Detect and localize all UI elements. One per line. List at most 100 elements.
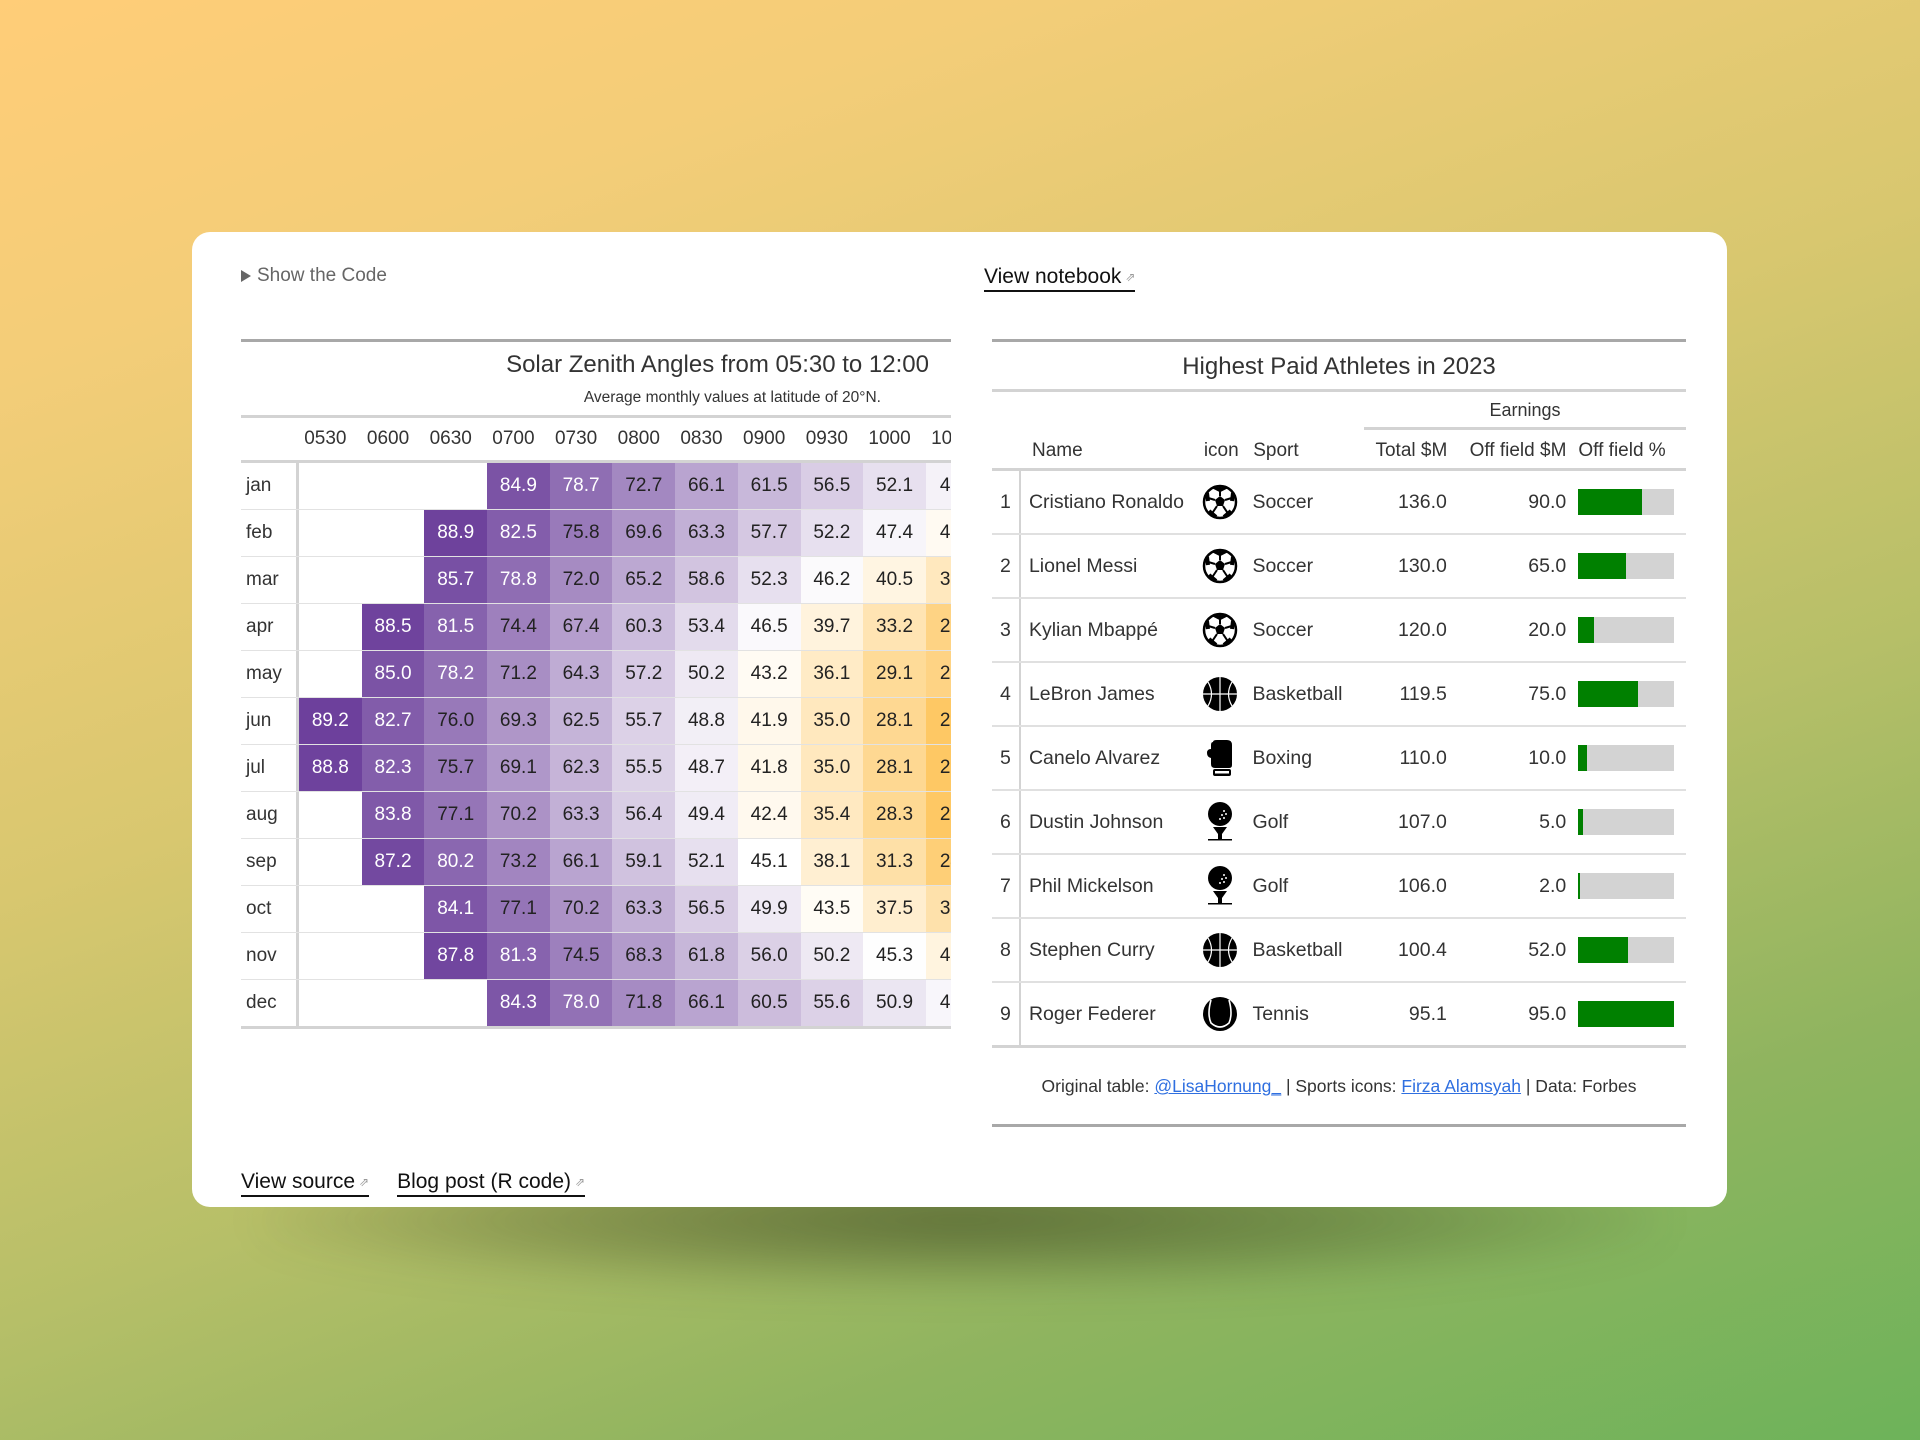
heatmap-cell bbox=[362, 933, 425, 979]
heatmap-cell: 49.4 bbox=[675, 792, 738, 838]
disclosure-triangle-icon bbox=[241, 270, 251, 282]
header-name: Name bbox=[1032, 440, 1083, 461]
header-off-field: Off field $M bbox=[1469, 440, 1567, 461]
heatmap-cell: 55.5 bbox=[612, 745, 676, 791]
view-source-link[interactable]: View source ⇗ bbox=[241, 1170, 370, 1197]
content-card: Show the Code View notebook ⇗ Solar Zeni… bbox=[192, 232, 1727, 1207]
header-sport: Sport bbox=[1253, 440, 1299, 461]
heatmap-cell: 63.3 bbox=[612, 886, 676, 932]
heatmap-cell: 60.5 bbox=[737, 980, 801, 1026]
heatmap-cell: 72.7 bbox=[612, 463, 676, 509]
heatmap-cell: 31.3 bbox=[863, 839, 926, 885]
heatmap-cell: 69.1 bbox=[487, 745, 550, 791]
heatmap-cell: 37.5 bbox=[863, 886, 926, 932]
month-label: sep bbox=[241, 839, 299, 885]
heatmap-row: jan 84.978.772.766.161.556.552.148 bbox=[241, 463, 951, 509]
heatmap-cell: 69.6 bbox=[612, 510, 676, 556]
rank: 1 bbox=[992, 471, 1021, 533]
month-label: apr bbox=[241, 604, 299, 650]
firza-alamsyah-link[interactable]: Firza Alamsyah bbox=[1401, 1076, 1521, 1096]
off-field-earnings: 65.0 bbox=[1528, 554, 1567, 577]
heatmap-cell bbox=[424, 463, 487, 509]
athletes-table: Highest Paid Athletes in 2023 Earnings N… bbox=[992, 339, 1686, 1127]
heatmap-cell: 63.3 bbox=[549, 792, 613, 838]
heatmap-cell: 80.2 bbox=[424, 839, 488, 885]
blog-post-label: Blog post (R code) bbox=[397, 1170, 571, 1193]
month-label: jan bbox=[241, 463, 299, 509]
heatmap-row: nov 87.881.374.568.361.856.050.245.340 bbox=[241, 932, 951, 979]
heatmap-cell: 64.3 bbox=[549, 651, 613, 697]
heatmap-cell: 83.8 bbox=[361, 792, 425, 838]
off-field-pct-bar-fill bbox=[1578, 617, 1595, 643]
heatmap-row: mar 85.778.872.065.258.652.346.240.535 bbox=[241, 556, 951, 603]
heatmap-cell: 56.5 bbox=[800, 463, 864, 509]
athlete-name: Roger Federer bbox=[1028, 1002, 1156, 1025]
off-field-earnings: 10.0 bbox=[1528, 746, 1567, 769]
heatmap-cell: 21 bbox=[925, 698, 951, 744]
heatmap-row: jun 89.2 82.7 76.0 69.3 62.5 55.7 48.8 41.9 35.0 2… bbox=[241, 697, 951, 744]
heatmap-cell: 87.8 bbox=[424, 933, 488, 979]
off-field-pct-bar bbox=[1578, 873, 1675, 899]
heatmap-cell: 78.7 bbox=[549, 463, 613, 509]
heatmap-cell: 45.1 bbox=[737, 839, 801, 885]
heatmap-cell: 81.3 bbox=[487, 933, 550, 979]
rank: 9 bbox=[992, 983, 1021, 1045]
heatmap-cell bbox=[299, 510, 362, 556]
heatmap-cell bbox=[299, 463, 362, 509]
heatmap-cell: 50.2 bbox=[800, 933, 864, 979]
column-header: 0530 bbox=[304, 428, 347, 449]
total-earnings: 119.5 bbox=[1399, 682, 1447, 705]
golf-ball-tee-icon bbox=[1194, 865, 1246, 907]
off-field-pct-bar bbox=[1578, 553, 1675, 579]
total-earnings: 130.0 bbox=[1398, 554, 1447, 577]
solar-zenith-table: Solar Zenith Angles from 05:30 to 12:00 … bbox=[241, 339, 951, 1029]
heatmap-cell: 28.3 bbox=[863, 792, 926, 838]
column-header: 0630 bbox=[429, 428, 472, 449]
heatmap-cell: 63.3 bbox=[675, 510, 738, 556]
heatmap-cell: 81.5 bbox=[424, 604, 488, 650]
athletes-column-headers: Name icon Sport Total $M Off field $M Of… bbox=[992, 430, 1686, 468]
heatmap-cell: 74.5 bbox=[549, 933, 613, 979]
heatmap-cell: 52.3 bbox=[737, 557, 801, 603]
heatmap-cell: 70.2 bbox=[549, 886, 613, 932]
month-label: may bbox=[241, 651, 299, 697]
athlete-name: Cristiano Ronaldo bbox=[1028, 490, 1184, 513]
heatmap-cell: 60.3 bbox=[612, 604, 676, 650]
heatmap-cell: 78.2 bbox=[424, 651, 488, 697]
athlete-name: Stephen Curry bbox=[1028, 938, 1155, 961]
column-header: 0700 bbox=[492, 428, 535, 449]
athlete-row: 4 LeBron James Basketball 119.5 75.0 bbox=[992, 661, 1686, 725]
athlete-name: Phil Mickelson bbox=[1028, 874, 1154, 897]
heatmap-cell: 43 bbox=[925, 510, 951, 556]
tennis-ball-icon bbox=[1194, 995, 1246, 1033]
month-label: feb bbox=[241, 510, 299, 556]
off-field-pct-bar bbox=[1578, 681, 1675, 707]
lisa-hornung-link[interactable]: @LisaHornung_ bbox=[1154, 1076, 1281, 1096]
heatmap-cell: 41.9 bbox=[737, 698, 801, 744]
off-field-earnings: 5.0 bbox=[1539, 810, 1567, 833]
heatmap-cell bbox=[299, 886, 362, 932]
heatmap-cell: 85.0 bbox=[361, 651, 425, 697]
heatmap-cell: 21 bbox=[925, 745, 951, 791]
soccer-ball-icon bbox=[1194, 548, 1246, 584]
heatmap-cell: 58.6 bbox=[675, 557, 738, 603]
heatmap-cell: 76.0 bbox=[424, 698, 488, 744]
heatmap-cell: 42.4 bbox=[737, 792, 801, 838]
heatmap-cell: 47.4 bbox=[863, 510, 926, 556]
heatmap-cell: 62.5 bbox=[549, 698, 613, 744]
heatmap-cell: 67.4 bbox=[549, 604, 613, 650]
show-code-toggle[interactable]: Show the Code bbox=[241, 265, 387, 287]
heatmap-cell bbox=[299, 933, 362, 979]
view-notebook-label: View notebook bbox=[984, 265, 1122, 288]
heatmap-cell bbox=[362, 510, 425, 556]
athlete-name: Lionel Messi bbox=[1028, 554, 1138, 577]
blog-post-link[interactable]: Blog post (R code) ⇗ bbox=[397, 1170, 586, 1197]
column-header: 0830 bbox=[680, 428, 723, 449]
golf-ball-tee-icon bbox=[1194, 801, 1246, 843]
total-earnings: 106.0 bbox=[1398, 874, 1447, 897]
off-field-pct-bar-fill bbox=[1578, 1001, 1675, 1027]
view-notebook-link[interactable]: View notebook ⇗ bbox=[984, 265, 1136, 292]
heatmap-cell: 78.8 bbox=[487, 557, 550, 603]
rank: 6 bbox=[992, 791, 1021, 853]
heatmap-row: may 85.0 78.2 71.2 64.3 57.2 50.2 43.2 36.1 29.1 2… bbox=[241, 650, 951, 697]
